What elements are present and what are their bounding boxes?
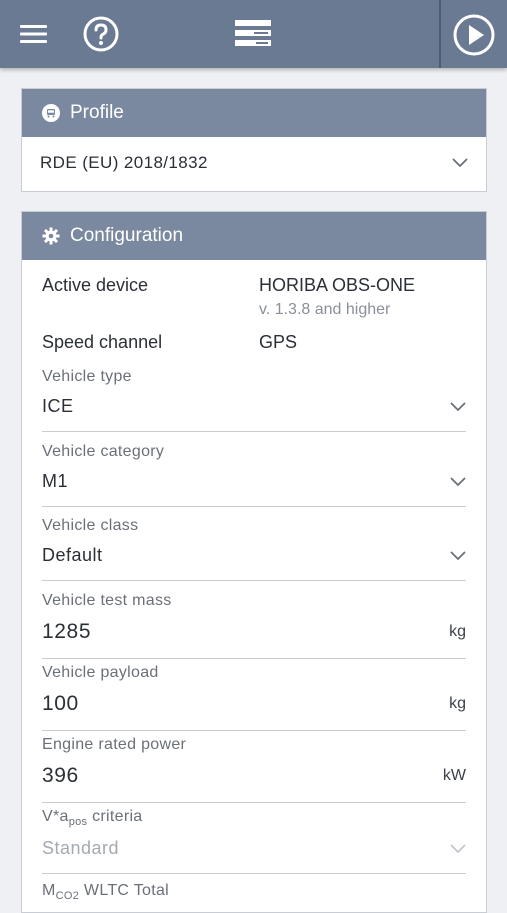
engine-rated-power-field[interactable]: Engine rated power 396 kW bbox=[42, 736, 466, 803]
chevron-down-icon bbox=[450, 402, 466, 411]
vehicle-payload-value: 100 bbox=[42, 692, 79, 715]
toolbar-divider bbox=[439, 0, 441, 68]
menu-button[interactable] bbox=[14, 16, 54, 52]
data-layers-button[interactable] bbox=[230, 16, 276, 52]
vapos-criteria-value: Standard bbox=[42, 838, 120, 859]
mco2-wltc-total-label: MCO2 WLTC Total bbox=[42, 882, 170, 903]
engine-rated-power-value: 396 bbox=[42, 764, 79, 787]
vehicle-test-mass-field[interactable]: Vehicle test mass 1285 kg bbox=[42, 592, 466, 659]
profile-title: Profile bbox=[70, 102, 124, 123]
underline bbox=[42, 873, 466, 875]
active-device-value: HORIBA OBS-ONE bbox=[259, 275, 416, 295]
vehicle-category-value: M1 bbox=[42, 471, 69, 491]
help-icon bbox=[83, 16, 119, 52]
profile-card: Profile RDE (EU) 2018/1832 bbox=[21, 88, 487, 192]
chevron-down-icon bbox=[450, 551, 466, 560]
data-layers-icon bbox=[235, 20, 271, 46]
speed-channel-label: Speed channel bbox=[42, 332, 163, 352]
vapos-criteria-field: V*apos criteria Standard bbox=[42, 808, 466, 875]
vehicle-type-field[interactable]: Vehicle type ICE bbox=[42, 368, 466, 432]
top-app-bar bbox=[0, 0, 507, 68]
configuration-header: Configuration bbox=[22, 212, 486, 260]
active-device-version: v. 1.3.8 and higher bbox=[259, 301, 391, 318]
underline bbox=[42, 658, 466, 659]
mco2-wltc-total-field[interactable]: MCO2 WLTC Total bbox=[42, 882, 466, 902]
vehicle-payload-label: Vehicle payload bbox=[42, 664, 159, 681]
configuration-card: Configuration Active device HORIBA OBS-O… bbox=[21, 211, 487, 913]
gear-icon bbox=[42, 227, 60, 245]
vehicle-test-mass-label: Vehicle test mass bbox=[42, 592, 172, 609]
start-button[interactable] bbox=[452, 13, 496, 57]
profile-icon bbox=[42, 104, 60, 122]
vehicle-payload-field[interactable]: Vehicle payload 100 kg bbox=[42, 664, 466, 731]
active-device-label: Active device bbox=[42, 275, 149, 295]
chevron-down-icon bbox=[450, 477, 466, 486]
play-icon bbox=[453, 14, 495, 56]
menu-icon bbox=[20, 25, 47, 43]
vehicle-test-mass-unit: kg bbox=[449, 623, 466, 640]
vehicle-category-field[interactable]: Vehicle category M1 bbox=[42, 443, 466, 507]
profile-selected-value: RDE (EU) 2018/1832 bbox=[40, 153, 208, 172]
engine-rated-power-label: Engine rated power bbox=[42, 736, 187, 753]
vapos-criteria-label: V*apos criteria bbox=[42, 808, 143, 829]
vehicle-class-value: Default bbox=[42, 545, 103, 565]
vehicle-category-label: Vehicle category bbox=[42, 443, 165, 460]
vehicle-class-label: Vehicle class bbox=[42, 517, 139, 534]
vehicle-type-value: ICE bbox=[42, 396, 74, 416]
speed-channel-value: GPS bbox=[259, 332, 298, 352]
vehicle-class-field[interactable]: Vehicle class Default bbox=[42, 517, 466, 581]
underline bbox=[42, 580, 466, 581]
vehicle-type-label: Vehicle type bbox=[42, 368, 132, 385]
chevron-down-icon bbox=[450, 844, 466, 853]
help-button[interactable] bbox=[82, 15, 120, 53]
engine-rated-power-unit: kW bbox=[442, 767, 466, 784]
configuration-title: Configuration bbox=[70, 225, 184, 246]
vehicle-test-mass-value: 1285 bbox=[42, 620, 92, 643]
underline bbox=[42, 730, 466, 731]
underline bbox=[42, 431, 466, 432]
profile-select[interactable]: RDE (EU) 2018/1832 bbox=[22, 137, 486, 189]
vehicle-payload-unit: kg bbox=[449, 695, 466, 712]
chevron-down-icon bbox=[452, 158, 468, 167]
underline bbox=[42, 506, 466, 507]
underline bbox=[42, 802, 466, 803]
profile-header: Profile bbox=[22, 89, 486, 137]
